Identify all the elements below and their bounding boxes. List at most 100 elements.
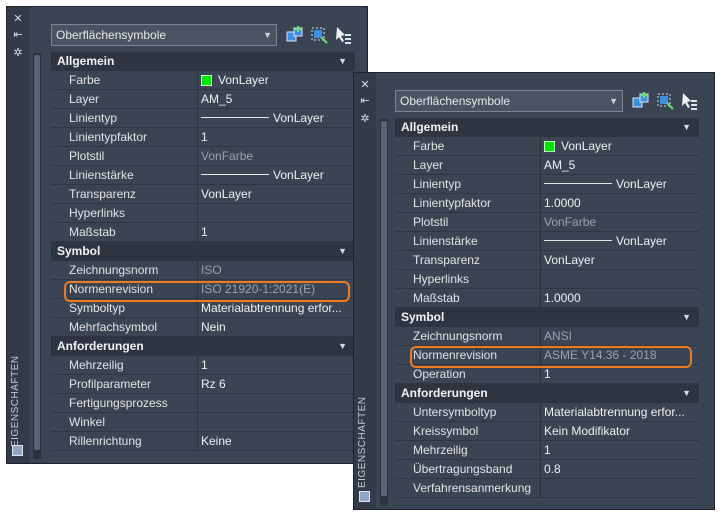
property-row-transparenz[interactable]: Transparenz VonLayer xyxy=(51,185,355,204)
property-row-transparenz[interactable]: Transparenz VonLayer xyxy=(395,251,699,270)
property-row-hyperlinks[interactable]: Hyperlinks xyxy=(395,270,699,289)
quick-select-icon[interactable] xyxy=(631,91,651,111)
property-value[interactable]: VonLayer xyxy=(201,71,353,89)
property-value[interactable]: VonLayer xyxy=(201,185,353,203)
close-icon[interactable]: ✕ xyxy=(12,13,24,25)
property-value[interactable]: 1 xyxy=(201,223,353,241)
property-row-rillenrichtung[interactable]: Rillenrichtung Keine xyxy=(51,432,355,451)
section-header-anforderungen[interactable]: Anforderungen ▼ xyxy=(51,337,355,356)
property-name: Transparenz xyxy=(413,253,480,267)
chevron-down-icon[interactable]: ▼ xyxy=(338,242,347,261)
select-objects-icon[interactable] xyxy=(655,91,675,111)
chevron-down-icon[interactable]: ▼ xyxy=(682,118,691,137)
section-header-allgemein[interactable]: Allgemein ▼ xyxy=(395,118,699,137)
chevron-down-icon[interactable]: ▼ xyxy=(682,308,691,327)
chevron-down-icon[interactable]: ▼ xyxy=(682,384,691,403)
property-row-layer[interactable]: Layer AM_5 xyxy=(395,156,699,175)
property-name: Linienstärke xyxy=(69,168,134,182)
close-icon[interactable]: ✕ xyxy=(359,79,371,91)
property-row-farbe[interactable]: Farbe VonLayer xyxy=(395,137,699,156)
section-header-anforderungen[interactable]: Anforderungen ▼ xyxy=(395,384,699,403)
toggle-pickadd-icon[interactable] xyxy=(333,25,353,45)
property-value[interactable]: 0.8 xyxy=(544,460,697,478)
property-row-profilparameter[interactable]: Profilparameter Rz 6 xyxy=(51,375,355,394)
property-value[interactable]: VonFarbe xyxy=(201,147,353,165)
chevron-down-icon[interactable]: ▼ xyxy=(338,52,347,71)
property-row-mehrfachsymbol[interactable]: Mehrfachsymbol Nein xyxy=(51,318,355,337)
palette-bottom-icon[interactable] xyxy=(359,491,370,502)
property-value[interactable]: Kein Modifikator xyxy=(544,422,697,440)
property-row-linientyp[interactable]: Linientyp VonLayer xyxy=(51,109,355,128)
column-divider xyxy=(197,375,198,393)
property-value[interactable]: 1.0000 xyxy=(544,289,697,307)
property-name: Farbe xyxy=(413,139,445,153)
property-value-text: Kein Modifikator xyxy=(544,424,631,438)
property-value[interactable]: VonLayer xyxy=(544,137,697,155)
section-title: Allgemein xyxy=(401,120,459,134)
property-row-hyperlinks[interactable]: Hyperlinks xyxy=(51,204,355,223)
property-value[interactable]: ANSI xyxy=(544,327,697,345)
section-header-symbol[interactable]: Symbol ▼ xyxy=(51,242,355,261)
property-row-plotstil[interactable]: Plotstil VonFarbe xyxy=(51,147,355,166)
property-row-linienstaerke[interactable]: Linienstärke VonLayer xyxy=(51,166,355,185)
property-row-linienstaerke[interactable]: Linienstärke VonLayer xyxy=(395,232,699,251)
select-objects-icon[interactable] xyxy=(309,25,329,45)
line-sample-icon xyxy=(544,183,612,184)
property-value[interactable]: 1 xyxy=(201,128,353,146)
property-value[interactable]: VonLayer xyxy=(201,166,353,184)
toggle-pickadd-icon[interactable] xyxy=(679,91,699,111)
object-type-dropdown[interactable]: Oberflächensymbole ▼ xyxy=(51,24,277,46)
property-row-zeichnungsnorm[interactable]: Zeichnungsnorm ANSI xyxy=(395,327,699,346)
quick-select-icon[interactable] xyxy=(285,25,305,45)
property-row-verfahrensanmerkung[interactable]: Verfahrensanmerkung xyxy=(395,479,699,498)
property-name: Mehrzeilig xyxy=(69,358,124,372)
property-value[interactable]: Keine xyxy=(201,432,353,450)
palette-bottom-icon[interactable] xyxy=(12,445,23,456)
property-value[interactable]: Nein xyxy=(201,318,353,336)
scroll-thumb[interactable] xyxy=(381,121,387,496)
object-type-dropdown[interactable]: Oberflächensymbole ▼ xyxy=(395,90,623,112)
property-row-massstab[interactable]: Maßstab 1.0000 xyxy=(395,289,699,308)
property-value[interactable]: VonLayer xyxy=(544,175,697,193)
property-row-mehrzeilig[interactable]: Mehrzeilig 1 xyxy=(395,441,699,460)
pin-icon[interactable]: ⇤ xyxy=(12,29,24,41)
property-row-uebertragungsband[interactable]: Übertragungsband 0.8 xyxy=(395,460,699,479)
property-row-kreissymbol[interactable]: Kreissymbol Kein Modifikator xyxy=(395,422,699,441)
property-value-text: Rz 6 xyxy=(201,377,226,391)
section-header-symbol[interactable]: Symbol ▼ xyxy=(395,308,699,327)
property-row-linientyp[interactable]: Linientyp VonLayer xyxy=(395,175,699,194)
scrollbar[interactable] xyxy=(33,53,41,459)
property-row-zeichnungsnorm[interactable]: Zeichnungsnorm ISO xyxy=(51,261,355,280)
property-value[interactable]: AM_5 xyxy=(201,90,353,108)
property-value[interactable]: VonLayer xyxy=(544,232,697,250)
column-divider xyxy=(197,261,198,279)
property-value[interactable]: VonFarbe xyxy=(544,213,697,231)
property-value[interactable]: VonLayer xyxy=(544,251,697,269)
property-value[interactable]: ISO xyxy=(201,261,353,279)
chevron-down-icon[interactable]: ▼ xyxy=(338,337,347,356)
property-row-massstab[interactable]: Maßstab 1 xyxy=(51,223,355,242)
property-value[interactable]: Rz 6 xyxy=(201,375,353,393)
property-value[interactable]: Materialabtrennung erfor... xyxy=(544,403,697,421)
property-value[interactable]: 1 xyxy=(544,441,697,459)
property-row-layer[interactable]: Layer AM_5 xyxy=(51,90,355,109)
property-row-linientypfaktor[interactable]: Linientypfaktor 1.0000 xyxy=(395,194,699,213)
property-row-winkel[interactable]: Winkel xyxy=(51,413,355,432)
scroll-thumb[interactable] xyxy=(34,55,40,450)
property-row-mehrzeilig[interactable]: Mehrzeilig 1 xyxy=(51,356,355,375)
property-row-farbe[interactable]: Farbe VonLayer xyxy=(51,71,355,90)
property-row-fertigungsprozess[interactable]: Fertigungsprozess xyxy=(51,394,355,413)
pin-icon[interactable]: ⇤ xyxy=(359,95,371,107)
property-row-plotstil[interactable]: Plotstil VonFarbe xyxy=(395,213,699,232)
property-value[interactable]: 1.0000 xyxy=(544,194,697,212)
property-row-untersymboltyp[interactable]: Untersymboltyp Materialabtrennung erfor..… xyxy=(395,403,699,422)
scrollbar[interactable] xyxy=(380,119,388,505)
settings-icon[interactable]: ✲ xyxy=(359,113,371,125)
property-value[interactable]: VonLayer xyxy=(201,109,353,127)
property-value[interactable]: AM_5 xyxy=(544,156,697,174)
property-value[interactable]: 1 xyxy=(201,356,353,374)
column-divider xyxy=(197,204,198,222)
settings-icon[interactable]: ✲ xyxy=(12,47,24,59)
section-header-allgemein[interactable]: Allgemein ▼ xyxy=(51,52,355,71)
property-row-linientypfaktor[interactable]: Linientypfaktor 1 xyxy=(51,128,355,147)
